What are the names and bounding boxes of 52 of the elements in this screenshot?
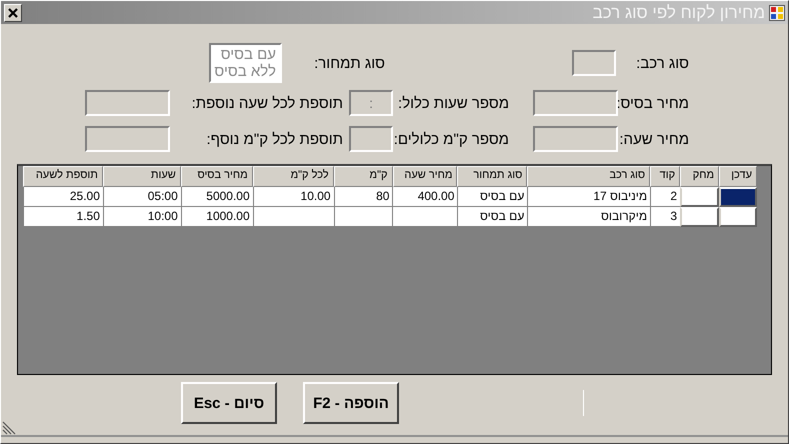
field-label: סוג רכב: (635, 54, 690, 72)
table-cell: 1.50 (22, 207, 103, 227)
column-header[interactable]: מחיר שעה (392, 166, 458, 187)
close-icon (7, 6, 19, 18)
update-cell[interactable] (719, 207, 757, 227)
column-header[interactable]: קוד (650, 166, 680, 187)
input-field[interactable] (349, 126, 393, 152)
field-label: מחיר שעה: (618, 130, 690, 148)
column-header[interactable]: מחק (680, 166, 720, 187)
field-label: מספר שעות כלול: (397, 94, 510, 112)
table-cell: 5000.00 (180, 187, 253, 207)
table-cell: 10.00 (252, 187, 334, 207)
table-cell: 3 (650, 207, 680, 227)
column-header[interactable]: מחיר בסיס (180, 166, 253, 187)
app-icon (769, 4, 785, 20)
input-field[interactable] (533, 90, 618, 116)
field-label: מחיר בסיס: (618, 94, 690, 112)
field-label: תוספת לכל ק"מ נוסף: (205, 130, 344, 148)
column-header[interactable]: סוג תמחור (457, 166, 528, 187)
input-field[interactable] (85, 126, 170, 152)
field-label: מספר ק"מ כלולים: (393, 130, 510, 148)
column-header[interactable]: סוג רכב (527, 166, 650, 187)
column-header[interactable]: ק"מ (334, 166, 392, 187)
column-header[interactable]: עדכן (719, 166, 757, 187)
column-header[interactable]: שעות (102, 166, 181, 187)
table-cell: 10:00 (102, 207, 181, 227)
input-field[interactable] (533, 126, 618, 152)
delete-cell[interactable] (680, 207, 720, 227)
table-cell: 2 (650, 187, 680, 207)
table-cell: 25.00 (22, 187, 103, 207)
table-cell: 1000.00 (180, 207, 253, 227)
table-cell: 80 (334, 187, 392, 207)
input-field[interactable] (572, 50, 616, 76)
delete-cell[interactable] (680, 187, 720, 207)
table-cell: עם בסיס (457, 187, 528, 207)
table-cell: 05:00 (102, 187, 181, 207)
table-cell: עם בסיס (457, 207, 528, 227)
table-cell: מיקרובוס (527, 207, 650, 227)
table-cell (334, 207, 392, 227)
column-header[interactable]: תוספת לשעה (23, 166, 103, 187)
column-header[interactable]: לכל ק"מ (252, 166, 334, 187)
close-button[interactable] (4, 4, 22, 22)
action-button[interactable]: סיום - Esc (181, 382, 277, 424)
update-cell[interactable] (719, 187, 757, 207)
table-cell: 400.00 (392, 187, 458, 207)
resize-grip-icon[interactable] (2, 421, 16, 435)
table-cell (392, 207, 458, 227)
table-cell: מיניבוס 17 (527, 187, 650, 207)
field-label: סוג תמחור: (313, 54, 386, 72)
field-label: תוספת לכל שעה נוספת: (190, 94, 344, 112)
action-button[interactable]: הוספה - F2 (303, 382, 399, 424)
input-field[interactable] (85, 90, 170, 116)
